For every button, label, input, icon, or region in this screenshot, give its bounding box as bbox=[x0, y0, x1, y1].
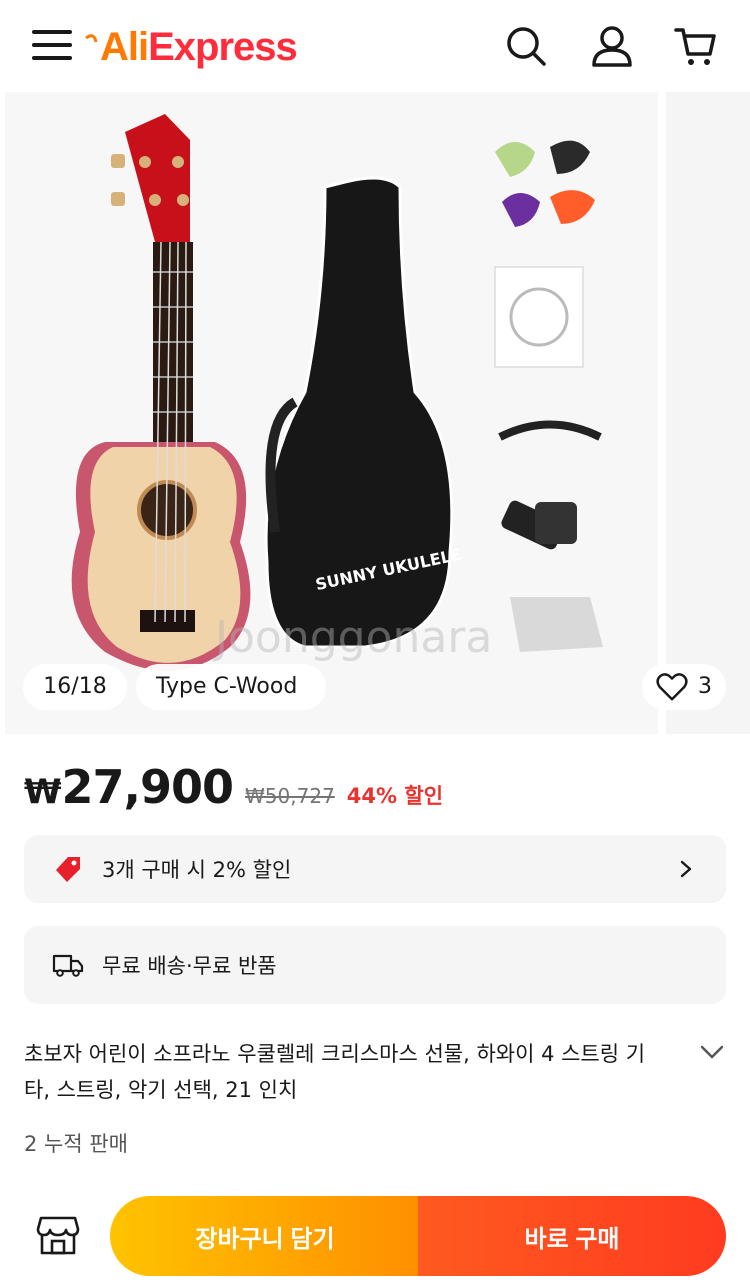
bulk-discount-text: 3개 구매 시 2% 할인 bbox=[102, 858, 292, 882]
next-image-preview[interactable] bbox=[666, 92, 750, 734]
gig-bag-image: SUNNY UKULELE bbox=[264, 176, 463, 649]
menu-icon[interactable] bbox=[32, 28, 74, 62]
currency-symbol: ₩ bbox=[24, 772, 62, 812]
discount-percent: 44% 할인 bbox=[346, 784, 444, 808]
free-shipping-card[interactable]: 무료 배송·무료 반품 bbox=[24, 926, 726, 1004]
sold-count: 2 누적 판매 bbox=[24, 1132, 128, 1156]
price-row: ₩ 27,900 ₩50,727 44% 할인 bbox=[24, 760, 443, 820]
cart-icon[interactable] bbox=[674, 24, 718, 68]
chevron-down-icon[interactable] bbox=[696, 1040, 728, 1064]
chevron-right-icon bbox=[666, 859, 706, 879]
product-image[interactable]: SUNNY UKULELE Joonggonara bbox=[5, 92, 658, 734]
ukulele-image bbox=[71, 114, 251, 671]
like-count: 3 bbox=[698, 674, 712, 699]
watermark-text: Joonggonara bbox=[212, 612, 492, 663]
product-title: 초보자 어린이 소프라노 우쿨렐레 크리스마스 선물, 하와이 4 스트링 기타… bbox=[24, 1042, 646, 1102]
accessories-image bbox=[494, 140, 603, 652]
top-header: AliExpress bbox=[0, 0, 750, 92]
original-price: ₩50,727 bbox=[245, 784, 335, 808]
logo-suffix: Express bbox=[148, 24, 298, 69]
logo-prefix: Ali bbox=[100, 24, 149, 69]
like-button[interactable]: 3 bbox=[642, 664, 726, 710]
aliexpress-logo[interactable]: AliExpress bbox=[84, 20, 298, 74]
bulk-discount-card[interactable]: 3개 구매 시 2% 할인 bbox=[24, 835, 726, 903]
free-shipping-text: 무료 배송·무료 반품 bbox=[102, 954, 277, 978]
delivery-truck-icon bbox=[48, 945, 88, 985]
variant-label[interactable]: Type C-Wood bbox=[136, 664, 326, 710]
user-icon[interactable] bbox=[590, 24, 634, 68]
add-to-cart-button[interactable]: 장바구니 담기 bbox=[110, 1196, 420, 1276]
price-tag-icon bbox=[48, 849, 88, 889]
image-counter: 16/18 bbox=[23, 664, 127, 710]
store-icon[interactable] bbox=[36, 1214, 80, 1258]
heart-icon bbox=[656, 673, 688, 701]
buy-now-button[interactable]: 바로 구매 bbox=[418, 1196, 726, 1276]
search-icon[interactable] bbox=[504, 24, 548, 68]
current-price: 27,900 bbox=[61, 760, 235, 814]
logo-mark-icon bbox=[85, 34, 98, 43]
